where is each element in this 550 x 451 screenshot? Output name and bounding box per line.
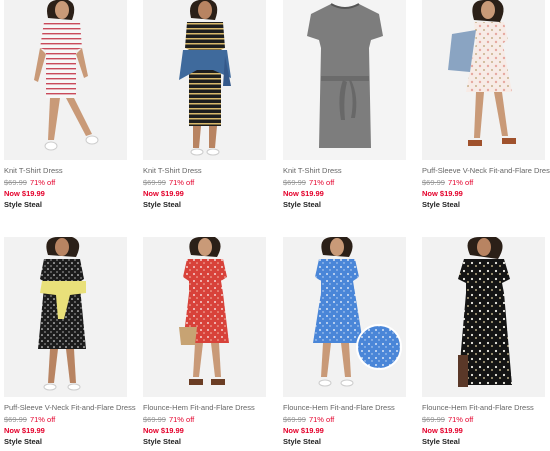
sale-price: Now $19.99: [143, 189, 184, 198]
original-price: $69.99: [422, 415, 445, 424]
product-card[interactable]: Knit T-Shirt Dress $69.99 71% off Now $19…: [143, 0, 282, 210]
product-name[interactable]: Flounce-Hem Fit-and-Flare Dress: [283, 403, 422, 413]
discount-label: 71% off: [447, 415, 474, 424]
sale-price: Now $19.99: [283, 189, 324, 198]
product-name[interactable]: Flounce-Hem Fit-and-Flare Dress: [143, 403, 282, 413]
product-card[interactable]: Puff-Sleeve V-Neck Fit-and-Flare Dress $…: [422, 0, 550, 210]
product-image[interactable]: [283, 0, 406, 160]
discount-label: 71% off: [308, 415, 335, 424]
product-image[interactable]: [283, 237, 406, 397]
product-image[interactable]: [4, 0, 127, 160]
product-name[interactable]: Puff-Sleeve V-Neck Fit-and-Flare Dress: [422, 166, 550, 176]
discount-label: 71% off: [168, 178, 195, 187]
product-name[interactable]: Knit T-Shirt Dress: [283, 166, 422, 176]
product-card[interactable]: Knit T-Shirt Dress $69.99 71% off Now $19…: [4, 0, 143, 210]
product-image[interactable]: [4, 237, 127, 397]
sale-price: Now $19.99: [283, 426, 324, 435]
discount-label: 71% off: [29, 178, 56, 187]
sale-price: Now $19.99: [422, 426, 463, 435]
original-price: $69.99: [4, 178, 27, 187]
price-row: $69.99 71% off: [422, 415, 550, 425]
product-image[interactable]: [422, 237, 545, 397]
discount-label: 71% off: [168, 415, 195, 424]
discount-label: 71% off: [29, 415, 56, 424]
sale-price: Now $19.99: [422, 189, 463, 198]
product-card[interactable]: Flounce-Hem Fit-and-Flare Dress $69.99 71…: [283, 237, 422, 447]
product-card[interactable]: Flounce-Hem Fit-and-Flare Dress $69.99 71…: [143, 237, 282, 447]
price-row: $69.99 71% off: [283, 415, 422, 425]
discount-label: 71% off: [447, 178, 474, 187]
original-price: $69.99: [283, 415, 306, 424]
style-steal-badge: Style Steal: [143, 200, 181, 209]
product-name[interactable]: Knit T-Shirt Dress: [4, 166, 143, 176]
product-image[interactable]: [143, 237, 266, 397]
product-card[interactable]: Flounce-Hem Fit-and-Flare Dress $69.99 71…: [422, 237, 550, 447]
style-steal-badge: Style Steal: [4, 200, 42, 209]
discount-label: 71% off: [308, 178, 335, 187]
original-price: $69.99: [143, 415, 166, 424]
product-name[interactable]: Flounce-Hem Fit-and-Flare Dress: [422, 403, 550, 413]
price-row: $69.99 71% off: [143, 415, 282, 425]
style-steal-badge: Style Steal: [143, 437, 181, 446]
original-price: $69.99: [4, 415, 27, 424]
sale-price: Now $19.99: [4, 426, 45, 435]
sale-price: Now $19.99: [143, 426, 184, 435]
style-steal-badge: Style Steal: [283, 200, 321, 209]
product-card[interactable]: Puff-Sleeve V-Neck Fit-and-Flare Dress $…: [4, 237, 143, 447]
product-name[interactable]: Puff-Sleeve V-Neck Fit-and-Flare Dress: [4, 403, 143, 413]
style-steal-badge: Style Steal: [4, 437, 42, 446]
sale-price: Now $19.99: [4, 189, 45, 198]
price-row: $69.99 71% off: [4, 415, 143, 425]
price-row: $69.99 71% off: [4, 178, 143, 188]
original-price: $69.99: [422, 178, 445, 187]
original-price: $69.99: [143, 178, 166, 187]
product-image[interactable]: [143, 0, 266, 160]
product-image[interactable]: [422, 0, 545, 160]
price-row: $69.99 71% off: [283, 178, 422, 188]
price-row: $69.99 71% off: [143, 178, 282, 188]
style-steal-badge: Style Steal: [422, 437, 460, 446]
original-price: $69.99: [283, 178, 306, 187]
product-name[interactable]: Knit T-Shirt Dress: [143, 166, 282, 176]
style-steal-badge: Style Steal: [283, 437, 321, 446]
style-steal-badge: Style Steal: [422, 200, 460, 209]
price-row: $69.99 71% off: [422, 178, 550, 188]
product-card[interactable]: Knit T-Shirt Dress $69.99 71% off Now $19…: [283, 0, 422, 210]
